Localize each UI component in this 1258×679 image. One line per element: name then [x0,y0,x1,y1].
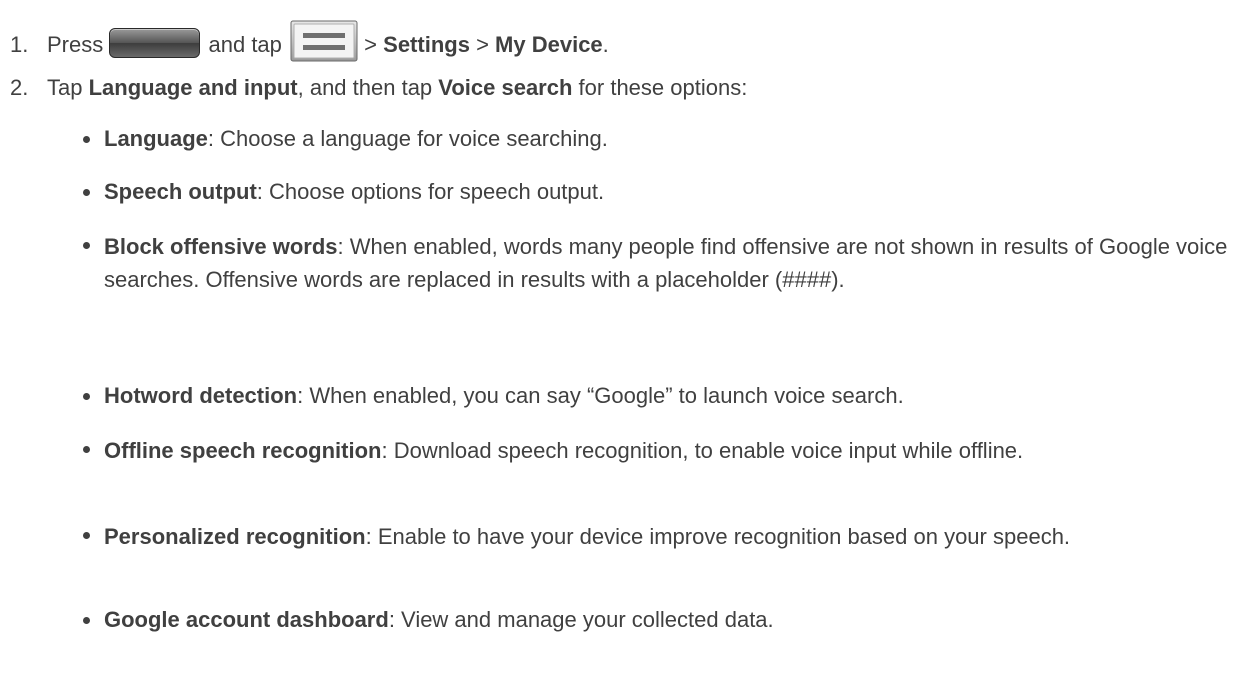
list-item: Google account dashboard: View and manag… [83,605,1244,635]
option-term: Google account dashboard [104,607,389,632]
bullet-icon [83,136,90,143]
list-item: Hotword detection: When enabled, you can… [83,381,1244,411]
list-item: Block offensive words: When enabled, wor… [83,230,1254,296]
step-text: > [476,32,489,57]
language-and-input-label: Language and input [88,75,298,100]
list-item: Offline speech recognition: Download spe… [83,434,1244,467]
option-term: Speech output [104,179,257,204]
menu-button-icon [290,20,358,62]
step-2: 2. Tap Language and input, and then tap V… [10,73,747,103]
step-text: for these options: [578,75,748,100]
voice-search-label: Voice search [438,75,573,100]
bullet-icon [83,189,90,196]
option-desc: : When enabled, you can say “Google” to … [297,383,904,408]
option-desc: : Download speech recognition, to enable… [381,438,1024,463]
step-text: and tap [208,32,282,57]
step-1: 1. Press and tap > Settings > My Device. [10,20,609,62]
my-device-label: My Device [495,32,603,57]
step-text: Tap [47,75,83,100]
step-text: > [364,32,378,57]
option-term: Offline speech recognition [104,438,382,463]
option-term: Personalized recognition [104,524,366,549]
option-desc: : Enable to have your device improve rec… [365,524,1071,549]
step-text: . [602,32,609,57]
step-number: 2. [10,75,29,100]
list-item: Language: Choose a language for voice se… [83,124,1244,154]
option-desc: : Choose a language for voice searching. [207,126,608,151]
list-item: Speech output: Choose options for speech… [83,177,1244,207]
bullet-icon [83,242,90,249]
settings-label: Settings [383,32,470,57]
option-term: Block offensive words [104,234,338,259]
bullet-icon [83,617,90,624]
option-desc: : View and manage your collected data. [388,607,774,632]
step-number: 1. [10,32,29,57]
step-text: , and then tap [297,75,433,100]
option-term: Hotword detection [104,383,298,408]
option-term: Language [104,126,208,151]
bullet-icon [83,532,90,539]
step-text: Press [47,32,104,57]
bullet-icon [83,393,90,400]
list-item: Personalized recognition: Enable to have… [83,520,1244,553]
option-desc: : Choose options for speech output. [256,179,605,204]
home-button-icon [109,28,201,58]
bullet-icon [83,446,90,453]
